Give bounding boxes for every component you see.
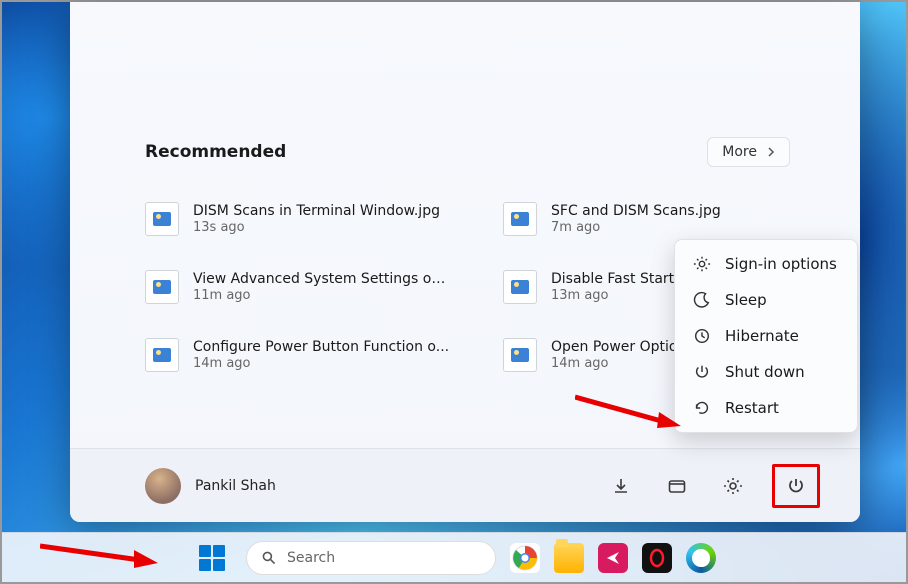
chrome-icon — [512, 545, 538, 571]
file-time: 14m ago — [551, 356, 691, 371]
menu-label: Sleep — [725, 291, 767, 309]
sleep[interactable]: Sleep — [675, 282, 857, 318]
recommended-item[interactable]: SFC and DISM Scans.jpg 7m ago — [503, 202, 790, 236]
taskbar-search[interactable]: Search — [246, 541, 496, 575]
file-name: View Advanced System Settings on... — [193, 271, 453, 287]
footer-actions — [604, 464, 820, 508]
more-label: More — [722, 144, 757, 160]
windows-logo-icon — [199, 545, 225, 571]
moon-icon — [693, 291, 711, 309]
recommended-item[interactable]: DISM Scans in Terminal Window.jpg 13s ag… — [145, 202, 453, 236]
file-name: DISM Scans in Terminal Window.jpg — [193, 203, 440, 219]
image-file-icon — [503, 202, 537, 236]
recommended-item[interactable]: Configure Power Button Function o... 14m… — [145, 338, 453, 372]
taskbar-chrome[interactable] — [510, 543, 540, 573]
download-icon — [611, 476, 631, 496]
taskbar-opera-gx[interactable] — [642, 543, 672, 573]
file-time: 14m ago — [193, 356, 449, 371]
file-explorer-button[interactable] — [660, 469, 694, 503]
gear-icon — [693, 255, 711, 273]
menu-label: Sign-in options — [725, 255, 837, 273]
power-icon — [786, 476, 806, 496]
opera-icon — [647, 548, 667, 568]
shut-down[interactable]: Shut down — [675, 354, 857, 390]
power-menu: Sign-in options Sleep Hibernate Shut dow… — [674, 239, 858, 433]
image-file-icon — [503, 270, 537, 304]
search-icon — [261, 550, 277, 566]
image-file-icon — [503, 338, 537, 372]
sign-in-options[interactable]: Sign-in options — [675, 246, 857, 282]
image-file-icon — [145, 270, 179, 304]
image-file-icon — [145, 202, 179, 236]
file-time: 7m ago — [551, 220, 721, 235]
more-button[interactable]: More — [707, 137, 790, 167]
taskbar-file-explorer[interactable] — [554, 543, 584, 573]
file-time: 13s ago — [193, 220, 440, 235]
power-icon — [693, 363, 711, 381]
restart[interactable]: Restart — [675, 390, 857, 426]
menu-label: Hibernate — [725, 327, 799, 345]
user-account-button[interactable]: Pankil Shah — [145, 468, 276, 504]
avatar — [145, 468, 181, 504]
recommended-item[interactable]: View Advanced System Settings on... 11m … — [145, 270, 453, 304]
file-time: 11m ago — [193, 288, 453, 303]
chevron-right-icon — [767, 146, 775, 158]
start-button[interactable] — [192, 538, 232, 578]
taskbar: Search — [2, 532, 906, 582]
file-name: SFC and DISM Scans.jpg — [551, 203, 721, 219]
image-file-icon — [145, 338, 179, 372]
settings-button[interactable] — [716, 469, 750, 503]
file-name: Configure Power Button Function o... — [193, 339, 449, 355]
folder-icon — [667, 476, 687, 496]
hibernate[interactable]: Hibernate — [675, 318, 857, 354]
start-footer: Pankil Shah — [70, 448, 860, 522]
restart-icon — [693, 399, 711, 417]
file-name: Open Power Optio... — [551, 339, 691, 355]
send-icon — [605, 550, 621, 566]
downloads-button[interactable] — [604, 469, 638, 503]
user-name-label: Pankil Shah — [195, 478, 276, 494]
power-button[interactable] — [772, 464, 820, 508]
taskbar-edge[interactable] — [686, 543, 716, 573]
taskbar-app-pink[interactable] — [598, 543, 628, 573]
clock-icon — [693, 327, 711, 345]
menu-label: Restart — [725, 399, 779, 417]
recommended-heading: Recommended — [145, 142, 286, 162]
gear-icon — [723, 476, 743, 496]
menu-label: Shut down — [725, 363, 805, 381]
search-placeholder: Search — [287, 550, 335, 566]
